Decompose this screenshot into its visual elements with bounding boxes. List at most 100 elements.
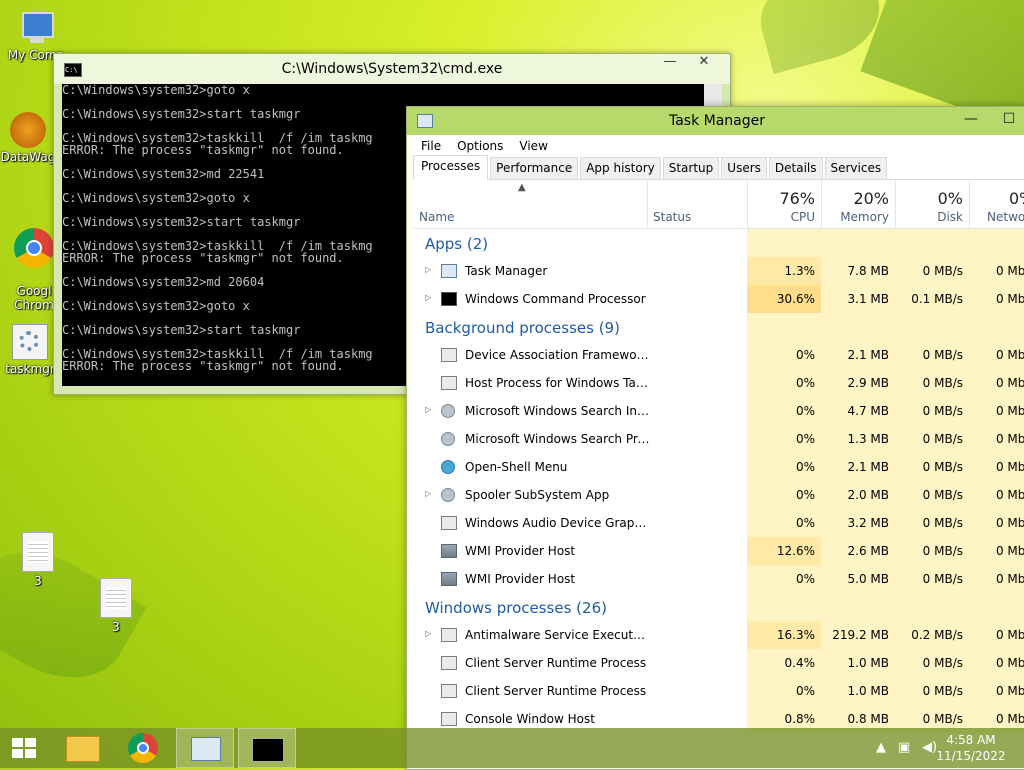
process-icon — [441, 712, 457, 726]
process-name: Console Window Host — [465, 712, 595, 726]
expand-icon[interactable]: ▷ — [425, 265, 431, 274]
table-row[interactable]: Device Association Framework ... 0% 2.1 MB… — [413, 341, 1024, 369]
table-row[interactable]: ▷ Windows Command Processor 30.6% 3.1 MB 0.1… — [413, 285, 1024, 313]
user-icon — [441, 432, 455, 446]
network-cell — [969, 229, 1024, 257]
console-line: C:\Windows\system32>goto x — [62, 84, 250, 97]
process-icon — [441, 656, 457, 670]
taskbar-chrome[interactable] — [116, 728, 172, 768]
start-button[interactable] — [0, 728, 48, 768]
minimize-button[interactable]: — — [656, 54, 684, 74]
desktop-icon-file-3[interactable]: 3 — [2, 532, 74, 588]
memory-cell: 1.3 MB — [821, 425, 895, 453]
process-group-header[interactable]: Apps (2) — [413, 229, 1024, 257]
network-cell: 0 Mbp — [969, 537, 1024, 565]
disk-cell — [895, 313, 969, 341]
tab-details[interactable]: Details — [768, 157, 823, 179]
col-network[interactable]: 0% Netwo — [969, 180, 1024, 228]
table-row[interactable]: ▷ Antimalware Service Executable 16.3% 219.… — [413, 621, 1024, 649]
windows-logo-icon — [12, 738, 36, 758]
menu-file[interactable]: File — [413, 139, 449, 153]
process-icon — [441, 348, 457, 362]
col-status[interactable]: Status — [647, 180, 748, 228]
expand-icon[interactable]: ▷ — [425, 629, 431, 638]
close-button[interactable]: ✕ — [690, 54, 718, 74]
wmi-icon — [441, 572, 457, 586]
process-name: Device Association Framework ... — [465, 348, 651, 362]
table-row[interactable]: Microsoft Windows Search Prot... 0% 1.3 MB… — [413, 425, 1024, 453]
process-name: Client Server Runtime Process — [465, 656, 647, 670]
desktop-icon-label: 3 — [112, 620, 120, 634]
taskbar-cmd[interactable] — [238, 728, 296, 768]
computer-icon — [16, 10, 56, 46]
tm-menubar: File Options View — [413, 135, 1024, 157]
desktop-icon-file-3b[interactable]: 3 — [80, 578, 152, 634]
process-icon — [441, 628, 457, 642]
datawag-icon — [10, 112, 46, 148]
col-disk[interactable]: 0% Disk — [895, 180, 970, 228]
memory-cell: 3.1 MB — [821, 285, 895, 313]
cpu-cell: 1.3% — [747, 257, 821, 285]
chevron-up-icon[interactable]: ▲ — [876, 740, 886, 755]
task-manager-icon — [191, 737, 221, 761]
cpu-cell — [747, 229, 821, 257]
col-memory[interactable]: 20% Memory — [821, 180, 896, 228]
task-manager-icon — [441, 264, 457, 278]
cpu-cell: 0% — [747, 369, 821, 397]
clock[interactable]: 4:58 AM 11/15/2022 — [926, 732, 1016, 764]
expand-icon[interactable]: ▷ — [425, 489, 431, 498]
taskbar: ▲ ▣ ◀) 4:58 AM 11/15/2022 — [0, 728, 1024, 768]
tab-processes[interactable]: Processes — [413, 155, 489, 180]
memory-cell: 5.0 MB — [821, 565, 895, 593]
network-cell — [969, 313, 1024, 341]
cmd-titlebar[interactable]: C:\ C:\Windows\System32\cmd.exe — ✕ — [54, 54, 730, 84]
disk-cell: 0 MB/s — [895, 537, 969, 565]
network-cell: 0 Mbp — [969, 397, 1024, 425]
tm-titlebar[interactable]: Task Manager — ☐ — [407, 107, 1024, 135]
table-row[interactable]: Host Process for Windows Tasks 0% 2.9 MB 0 … — [413, 369, 1024, 397]
cpu-cell: 0% — [747, 509, 821, 537]
disk-cell: 0 MB/s — [895, 369, 969, 397]
task-manager-window[interactable]: Task Manager — ☐ File Options View Proce… — [406, 106, 1024, 770]
tab-performance[interactable]: Performance — [490, 157, 579, 179]
menu-options[interactable]: Options — [449, 139, 511, 153]
tab-startup[interactable]: Startup — [662, 157, 720, 179]
table-row[interactable]: Client Server Runtime Process 0.4% 1.0 MB 0… — [413, 649, 1024, 677]
menu-view[interactable]: View — [511, 139, 555, 153]
table-row[interactable]: Client Server Runtime Process 0% 1.0 MB 0 M… — [413, 677, 1024, 705]
table-row[interactable]: ▷ Microsoft Windows Search Inde... 0% 4.7 M… — [413, 397, 1024, 425]
tab-app-history[interactable]: App history — [580, 157, 661, 179]
table-row[interactable]: Open-Shell Menu 0%2.1 MB0 MB/s0 Mbp — [413, 453, 1024, 481]
network-icon[interactable]: ▣ — [898, 740, 910, 755]
process-name: Windows Audio Device Graph Is... — [465, 516, 651, 530]
process-list: Apps (2) ▷ Task Manager 1.3% 7.8 MB 0 MB/s 0 M… — [413, 229, 1024, 733]
tab-services[interactable]: Services — [824, 157, 888, 179]
wmi-icon — [441, 544, 457, 558]
cpu-cell: 30.6% — [747, 285, 821, 313]
table-row[interactable]: ▷ Spooler SubSystem App 0%2.0 MB0 MB/s0 Mb… — [413, 481, 1024, 509]
table-row[interactable]: WMI Provider Host 12.6%2.6 MB0 MB/s0 Mbp — [413, 537, 1024, 565]
tab-users[interactable]: Users — [721, 157, 767, 179]
cmd-icon — [252, 738, 284, 762]
clock-time: 4:58 AM — [946, 733, 996, 747]
process-group-header[interactable]: Background processes (9) — [413, 313, 1024, 341]
maximize-button[interactable]: ☐ — [995, 111, 1023, 127]
taskbar-file-explorer[interactable] — [54, 728, 110, 768]
col-name[interactable]: ▲ Name — [413, 180, 648, 228]
col-cpu[interactable]: 76% CPU — [747, 180, 822, 228]
minimize-button[interactable]: — — [957, 111, 985, 127]
table-row[interactable]: ▷ Task Manager 1.3%7.8 MB0 MB/s0 Mbp — [413, 257, 1024, 285]
cpu-cell: 0% — [747, 677, 821, 705]
process-name: Spooler SubSystem App — [465, 488, 610, 502]
expand-icon[interactable]: ▷ — [425, 405, 431, 414]
table-row[interactable]: WMI Provider Host 0%5.0 MB0 MB/s0 Mbp — [413, 565, 1024, 593]
cmd-icon — [441, 292, 457, 306]
taskbar-task-manager[interactable] — [176, 728, 234, 768]
process-group-header[interactable]: Windows processes (26) — [413, 593, 1024, 621]
column-header: ▲ Name Status 76% CPU 20% Memory 0% Disk… — [413, 180, 1024, 229]
cpu-cell — [747, 313, 821, 341]
network-cell: 0 Mbp — [969, 565, 1024, 593]
table-row[interactable]: Windows Audio Device Graph Is... 0% 3.2 MB… — [413, 509, 1024, 537]
expand-icon[interactable]: ▷ — [425, 293, 431, 302]
disk-cell: 0 MB/s — [895, 509, 969, 537]
